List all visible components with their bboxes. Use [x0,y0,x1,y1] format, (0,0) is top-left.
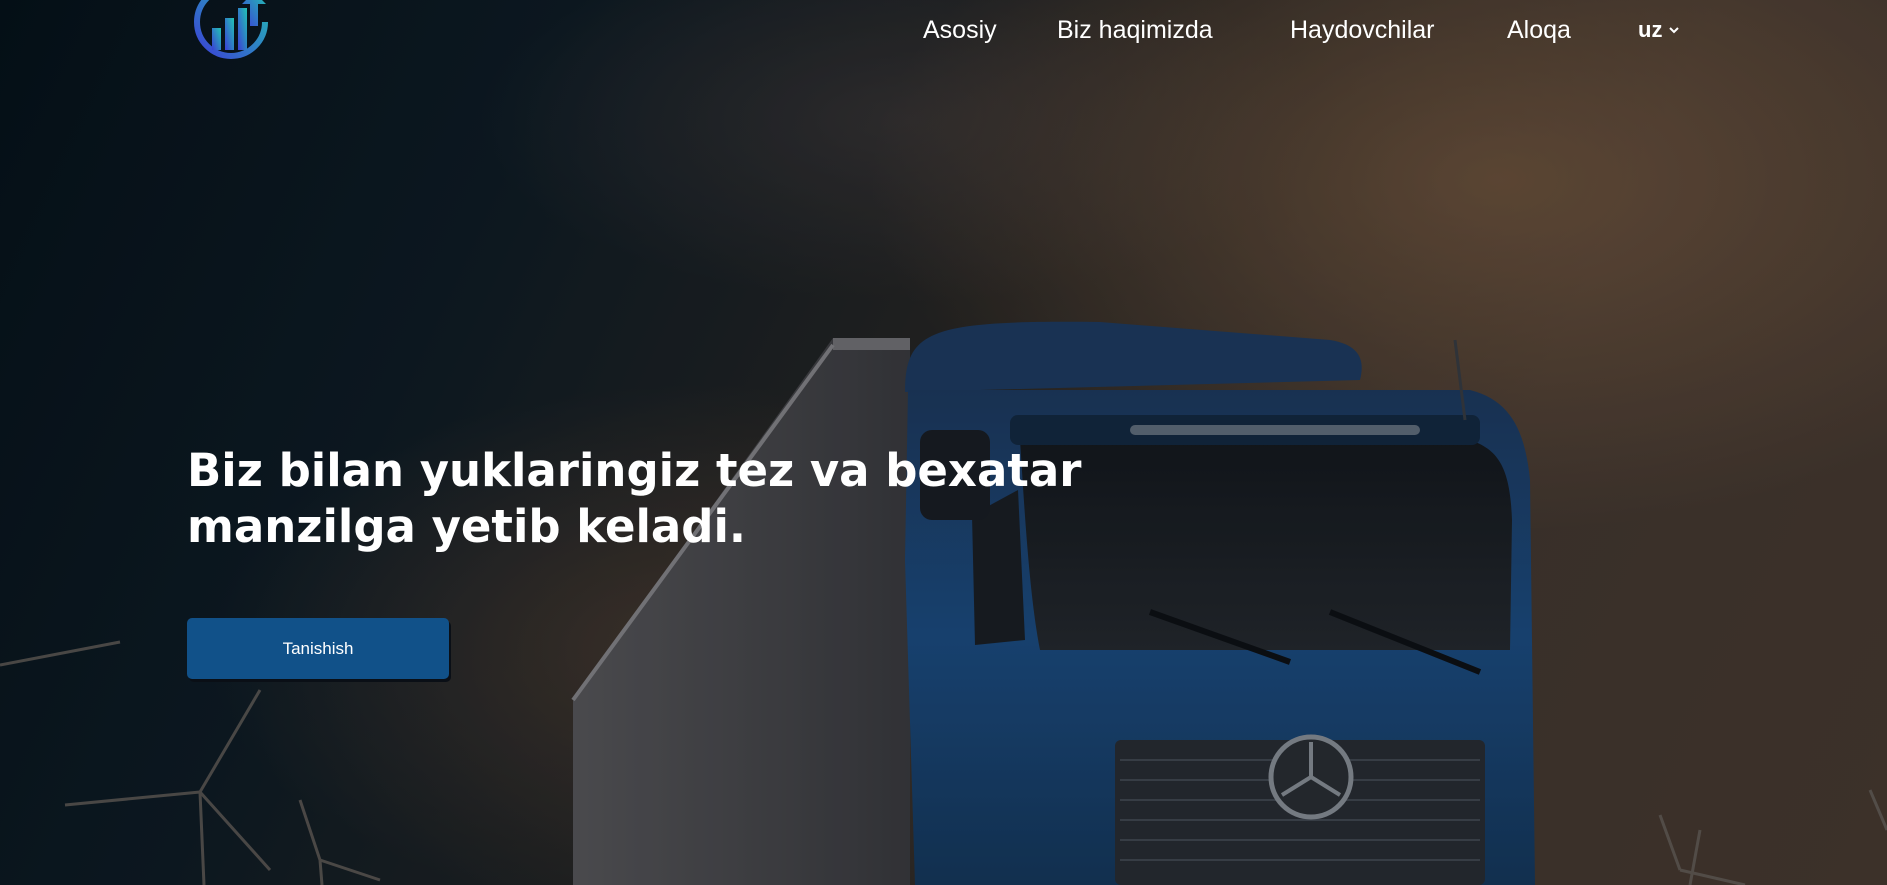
hero-section: Asosiy Biz haqimizda Haydovchilar Aloqa … [0,0,1887,885]
hero-headline: Biz bilan yuklaringiz tez va bexatar man… [187,443,1087,555]
nav-link-biz-haqimizda[interactable]: Biz haqimizda [1057,12,1213,48]
language-selected: uz [1638,17,1663,42]
hero-headline-line-1: Biz bilan yuklaringiz tez va bexatar [187,444,1082,497]
main-navigation: Asosiy Biz haqimizda Haydovchilar Aloqa [0,12,1887,48]
nav-link-haydovchilar[interactable]: Haydovchilar [1290,12,1435,48]
language-selector[interactable]: uz [1638,12,1680,48]
tanishish-button[interactable]: Tanishish [187,618,449,679]
nav-link-asosiy[interactable]: Asosiy [923,12,997,48]
hero-headline-line-2: manzilga yetib keladi. [187,500,747,553]
nav-link-aloqa[interactable]: Aloqa [1507,12,1571,48]
chevron-down-icon [1669,27,1680,34]
